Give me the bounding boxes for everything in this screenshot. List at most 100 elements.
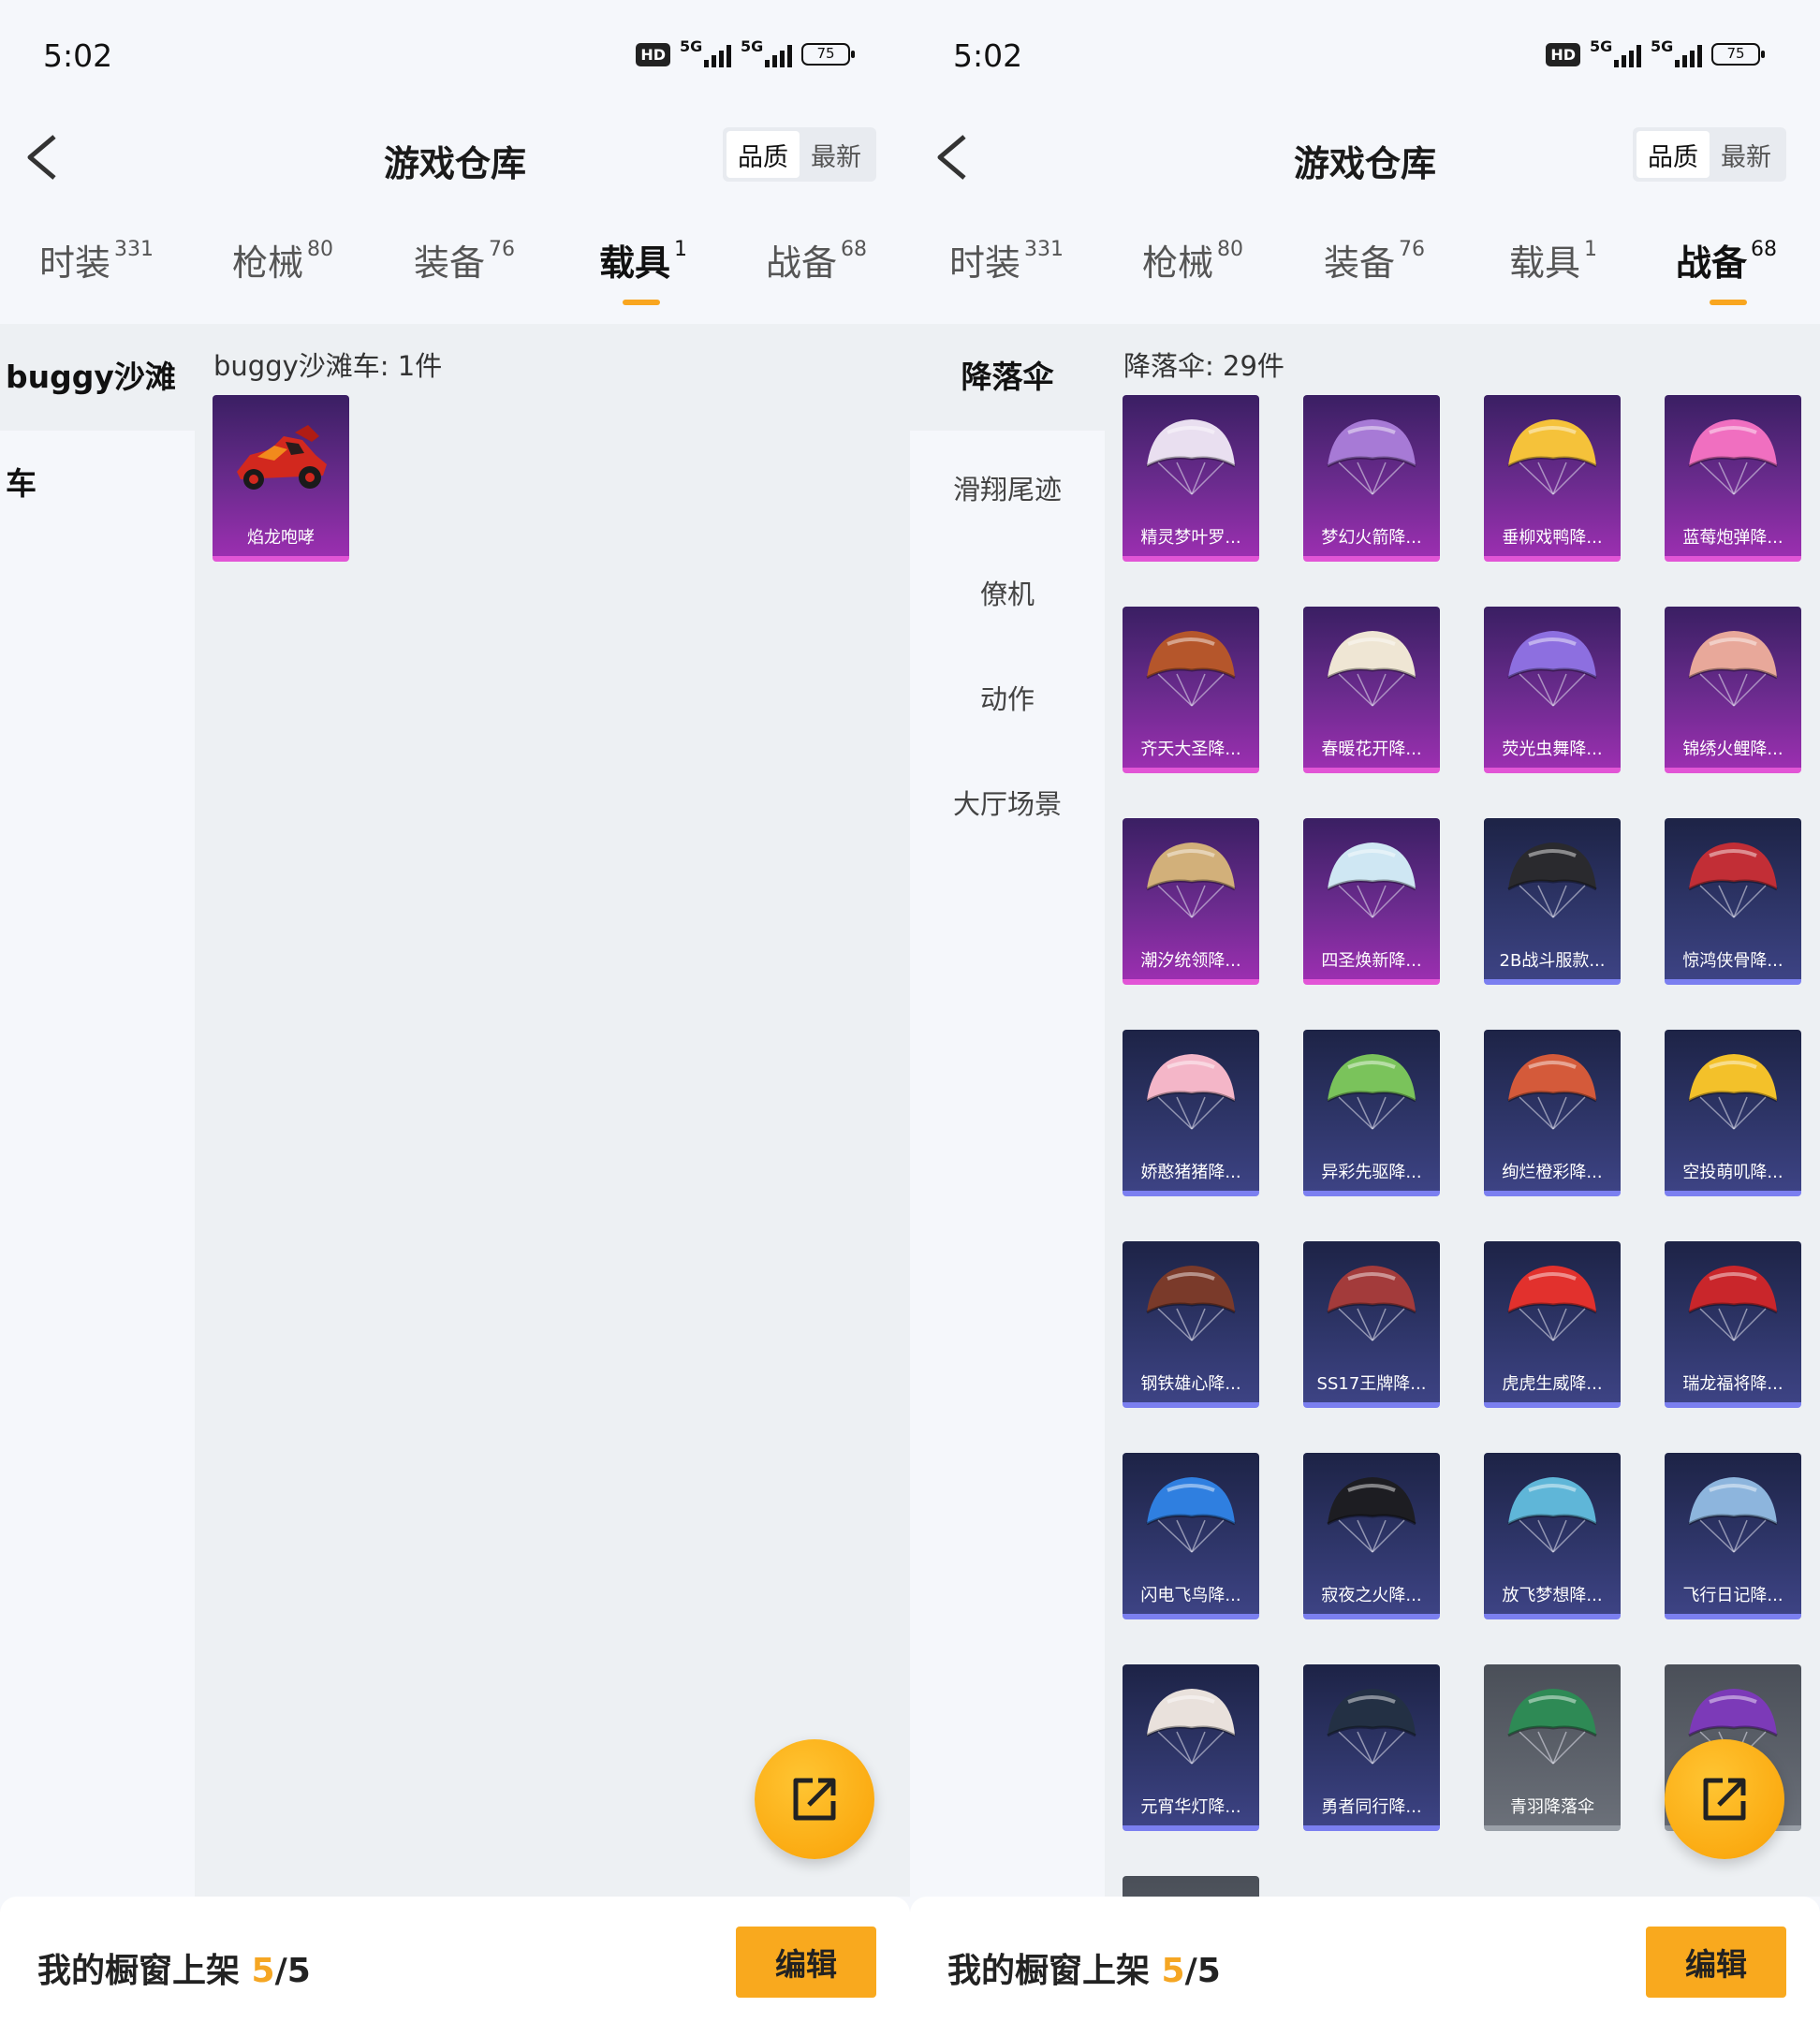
left-screen: 5:02 HD 5G 5G 75 游戏仓库 品质 最新 时装 331 枪械 80 装… — [0, 0, 910, 2022]
share-icon — [1703, 1778, 1746, 1821]
signal-icon: 5G — [680, 37, 731, 67]
item-card[interactable]: 蓝莓炮弹降... — [1665, 395, 1801, 562]
active-tab-indicator — [623, 300, 660, 305]
item-name: 寂夜之火降... — [1321, 1586, 1422, 1605]
item-name: 瑞龙福将降... — [1682, 1374, 1783, 1394]
item-name: 娇憨猪猪降... — [1140, 1163, 1241, 1182]
share-fab[interactable] — [755, 1739, 874, 1859]
parachute-icon — [1327, 842, 1416, 918]
parachute-icon — [1688, 1477, 1778, 1553]
item-name: 垂柳戏鸭降... — [1502, 528, 1603, 548]
sidebar-item-glide-trail[interactable]: 滑翔尾迹 — [910, 468, 1105, 507]
item-card[interactable]: 空投萌叽降... — [1665, 1030, 1801, 1196]
parachute-icon — [1688, 419, 1778, 495]
item-name: 潮汐统领降... — [1140, 951, 1241, 971]
showcase-count: 我的橱窗上架 5/5 — [37, 1952, 311, 1990]
sort-latest-button[interactable]: 最新 — [1710, 131, 1783, 178]
item-name: 元宵华灯降... — [1140, 1797, 1241, 1817]
item-card[interactable]: 齐天大圣降... — [1123, 607, 1259, 773]
warehouse-body: buggy沙滩车 buggy沙滩车: 1件 焰龙咆哮 — [0, 324, 910, 1897]
battery-icon: 75 — [1711, 43, 1765, 66]
item-card[interactable]: 闪电飞鸟降... — [1123, 1453, 1259, 1619]
sidebar-item-lobby-scene[interactable]: 大厅场景 — [910, 783, 1105, 822]
item-card[interactable]: 焰龙咆哮 — [213, 395, 349, 562]
tab-battle-gear[interactable]: 战备 68 — [1676, 234, 1777, 286]
tab-vehicles[interactable]: 载具 1 — [599, 234, 687, 286]
sidebar-item-parachute[interactable]: 降落伞 — [910, 324, 1105, 431]
tab-weapons[interactable]: 枪械 80 — [1142, 234, 1243, 286]
tab-vehicles[interactable]: 载具 1 — [1509, 234, 1597, 286]
sidebar-item-wingman[interactable]: 僚机 — [910, 573, 1105, 612]
item-card[interactable]: 梦幻火箭降... — [1303, 395, 1440, 562]
item-name: 青羽降落伞 — [1510, 1797, 1594, 1817]
sidebar-item-emote[interactable]: 动作 — [910, 678, 1105, 717]
item-card[interactable]: 垂柳戏鸭降... — [1484, 395, 1621, 562]
tab-fashion[interactable]: 时装 331 — [949, 234, 1064, 286]
tab-equipment[interactable]: 装备 76 — [1324, 234, 1425, 286]
share-fab[interactable] — [1665, 1739, 1784, 1859]
parachute-icon — [1507, 1266, 1597, 1341]
item-card[interactable]: 钢铁雄心降... — [1123, 1241, 1259, 1408]
sort-quality-button[interactable]: 品质 — [727, 131, 800, 178]
item-card[interactable]: 飞行日记降... — [1665, 1453, 1801, 1619]
item-card[interactable]: 元宵华灯降... — [1123, 1664, 1259, 1831]
edit-button[interactable]: 编辑 — [1646, 1927, 1786, 1998]
hd-icon: HD — [1546, 42, 1580, 66]
item-name: 锦绣火鲤降... — [1682, 740, 1783, 759]
sort-quality-button[interactable]: 品质 — [1637, 131, 1710, 178]
signal-icon: 5G — [741, 37, 792, 67]
section-header: 降落伞: 29件 — [1123, 350, 1284, 382]
parachute-icon — [1146, 631, 1236, 707]
item-name: 钢铁雄心降... — [1140, 1374, 1241, 1394]
status-icons: HD 5G 5G 75 — [636, 37, 855, 67]
item-card[interactable]: 潮汐统领降... — [1123, 818, 1259, 985]
item-card[interactable]: 春暖花开降... — [1303, 607, 1440, 773]
item-card[interactable]: SS17王牌降... — [1303, 1241, 1440, 1408]
item-card[interactable]: 瑞龙福将降... — [1665, 1241, 1801, 1408]
item-card[interactable]: 娇憨猪猪降... — [1123, 1030, 1259, 1196]
item-card[interactable]: 虎虎生威降... — [1484, 1241, 1621, 1408]
item-card[interactable]: 勇者同行降... — [1303, 1664, 1440, 1831]
item-card[interactable]: 锦绣火鲤降... — [1665, 607, 1801, 773]
edit-button[interactable]: 编辑 — [736, 1927, 876, 1998]
item-name: 虎虎生威降... — [1502, 1374, 1603, 1394]
item-card[interactable]: 四圣焕新降... — [1303, 818, 1440, 985]
status-bar: 5:02 HD 5G 5G 75 — [0, 0, 910, 112]
showcase-bar: 我的橱窗上架 5/5 编辑 — [0, 1897, 910, 2022]
sort-toggle: 品质 最新 — [723, 127, 876, 182]
item-card[interactable]: 绚烂橙彩降... — [1484, 1030, 1621, 1196]
item-card[interactable]: 异彩先驱降... — [1303, 1030, 1440, 1196]
subcategory-sidebar: buggy沙滩车 — [0, 324, 195, 1897]
item-name: 2B战斗服款... — [1499, 951, 1606, 971]
item-name: 绚烂橙彩降... — [1502, 1163, 1603, 1182]
parachute-icon — [1507, 842, 1597, 918]
status-time: 5:02 — [953, 37, 1023, 74]
item-card[interactable]: 放飞梦想降... — [1484, 1453, 1621, 1619]
parachute-icon — [1327, 631, 1416, 707]
parachute-icon — [1146, 1477, 1236, 1553]
parachute-icon — [1688, 631, 1778, 707]
item-name: 闪电飞鸟降... — [1140, 1586, 1241, 1605]
item-name: 空投萌叽降... — [1682, 1163, 1783, 1182]
parachute-icon — [1146, 1054, 1236, 1130]
item-card[interactable]: 寂夜之火降... — [1303, 1453, 1440, 1619]
tab-battle-gear[interactable]: 战备 68 — [766, 234, 867, 286]
nav-bar: 游戏仓库 品质 最新 — [0, 112, 910, 225]
parachute-icon — [1507, 1054, 1597, 1130]
item-card[interactable]: 2B战斗服款... — [1484, 818, 1621, 985]
vehicle-icon — [237, 425, 327, 490]
signal-icon: 5G — [1590, 37, 1641, 67]
tab-weapons[interactable]: 枪械 80 — [232, 234, 333, 286]
item-card[interactable]: 惊鸿侠骨降... — [1665, 818, 1801, 985]
tab-fashion[interactable]: 时装 331 — [39, 234, 154, 286]
item-card[interactable]: 精灵梦叶罗... — [1123, 395, 1259, 562]
sidebar-item-buggy[interactable]: buggy沙滩车 — [0, 324, 195, 502]
item-card[interactable]: 青羽降落伞 — [1484, 1664, 1621, 1831]
tab-equipment[interactable]: 装备 76 — [414, 234, 515, 286]
parachute-icon — [1327, 1054, 1416, 1130]
item-name: 梦幻火箭降... — [1321, 528, 1422, 548]
parachute-icon — [1146, 419, 1236, 495]
sort-latest-button[interactable]: 最新 — [800, 131, 873, 178]
parachute-icon — [1507, 1477, 1597, 1553]
item-card[interactable]: 荧光虫舞降... — [1484, 607, 1621, 773]
